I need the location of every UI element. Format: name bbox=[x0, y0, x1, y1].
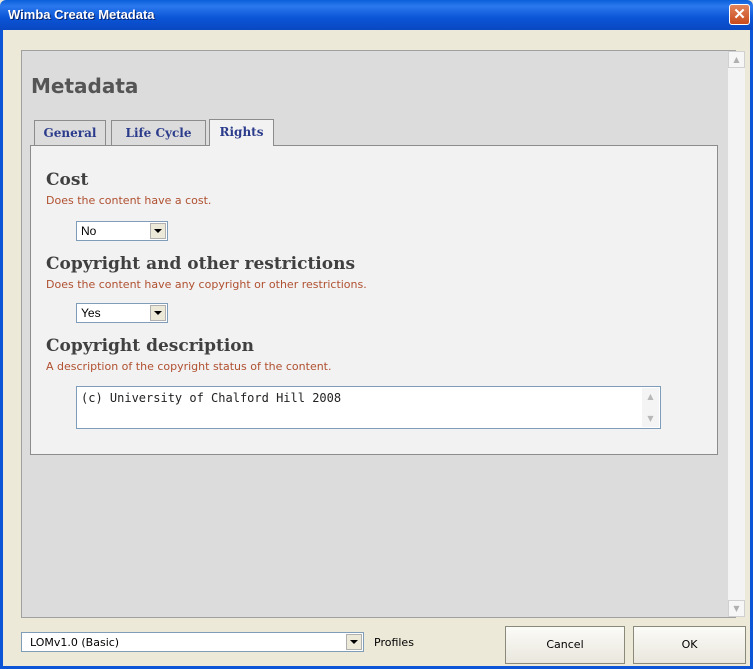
copyright-description-title: Copyright description bbox=[46, 336, 255, 356]
tab-rights[interactable]: Rights bbox=[209, 119, 274, 146]
scroll-up-icon[interactable]: ▲ bbox=[728, 51, 745, 68]
copyright-description-help: A description of the copyright status of… bbox=[46, 360, 332, 373]
copyright-description-text: (c) University of Chalford Hill 2008 bbox=[81, 391, 342, 405]
chevron-down-icon[interactable] bbox=[346, 634, 362, 650]
copyright-value: Yes bbox=[81, 306, 101, 320]
chevron-down-icon[interactable] bbox=[150, 305, 166, 321]
ok-button[interactable]: OK bbox=[633, 626, 746, 664]
cost-description: Does the content have a cost. bbox=[46, 194, 212, 207]
profile-value: LOMv1.0 (Basic) bbox=[30, 636, 120, 649]
page-title: Metadata bbox=[31, 74, 139, 98]
chevron-down-icon[interactable] bbox=[150, 223, 166, 239]
copyright-title: Copyright and other restrictions bbox=[46, 254, 356, 274]
textarea-scrollbar[interactable]: ▲ ▼ bbox=[642, 388, 659, 427]
vertical-scrollbar[interactable]: ▲ ▼ bbox=[728, 51, 745, 617]
cost-title: Cost bbox=[46, 170, 89, 190]
copyright-select[interactable]: Yes bbox=[76, 303, 168, 323]
close-icon: ✕ bbox=[733, 6, 746, 23]
tab-life-cycle[interactable]: Life Cycle bbox=[111, 120, 206, 145]
window-titlebar: Wimba Create Metadata ✕ bbox=[0, 0, 753, 30]
window-title: Wimba Create Metadata bbox=[8, 7, 155, 22]
copyright-description-textarea[interactable]: (c) University of Chalford Hill 2008 ▲ ▼ bbox=[76, 386, 661, 429]
profile-select[interactable]: LOMv1.0 (Basic) bbox=[21, 632, 364, 652]
scroll-up-icon[interactable]: ▲ bbox=[642, 388, 659, 405]
cost-value: No bbox=[81, 224, 97, 238]
scroll-down-icon[interactable]: ▼ bbox=[728, 600, 745, 617]
scroll-down-icon[interactable]: ▼ bbox=[642, 410, 659, 427]
tab-general[interactable]: General bbox=[34, 120, 106, 145]
cancel-button[interactable]: Cancel bbox=[505, 626, 625, 664]
cost-select[interactable]: No bbox=[76, 221, 168, 241]
profiles-label: Profiles bbox=[374, 636, 414, 649]
copyright-description: Does the content have any copyright or o… bbox=[46, 278, 367, 291]
close-button[interactable]: ✕ bbox=[729, 4, 750, 25]
